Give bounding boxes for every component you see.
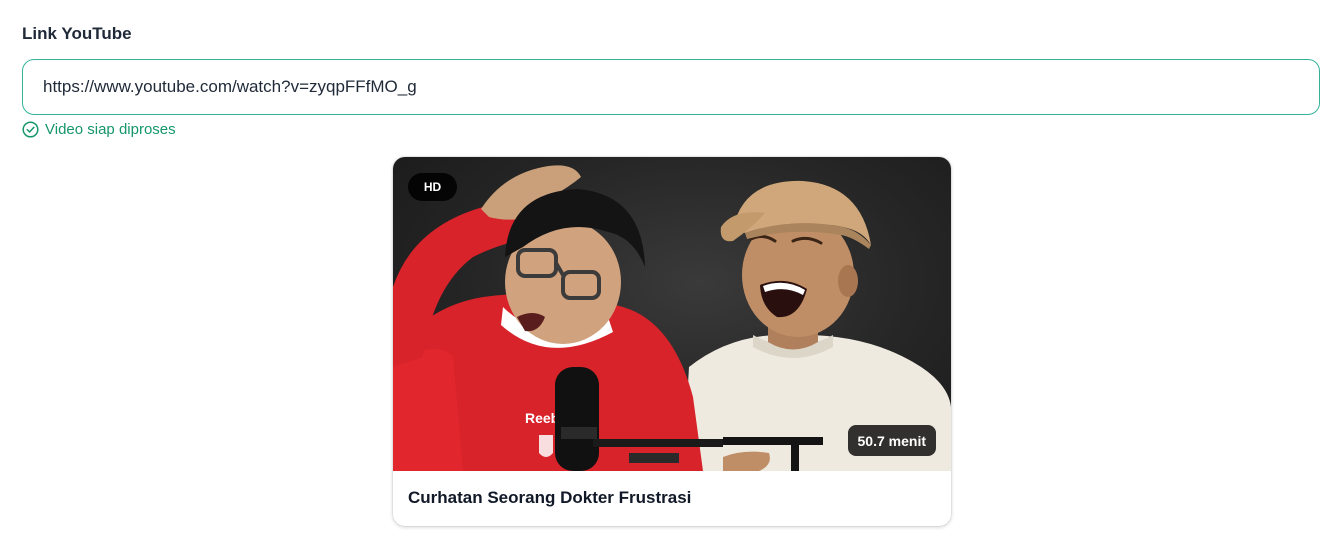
youtube-url-input[interactable] (22, 59, 1320, 115)
video-thumbnail[interactable]: Reeb HD 50.7 menit (393, 157, 951, 471)
jersey-logo-text: Reeb (525, 410, 559, 426)
check-circle-icon (22, 121, 39, 138)
youtube-link-form: Link YouTube Video siap diproses (0, 0, 1344, 554)
status-text: Video siap diproses (45, 121, 176, 138)
status-message: Video siap diproses (22, 121, 176, 138)
field-label: Link YouTube (22, 24, 132, 43)
video-title: Curhatan Seorang Dokter Frustrasi (408, 488, 692, 507)
video-preview-card[interactable]: Reeb HD 50.7 menit Curhatan Seorang Dokt… (393, 157, 951, 526)
thumbnail-illustration: Reeb (393, 165, 951, 471)
duration-badge: 50.7 menit (847, 425, 936, 456)
hd-badge: HD (408, 173, 457, 201)
